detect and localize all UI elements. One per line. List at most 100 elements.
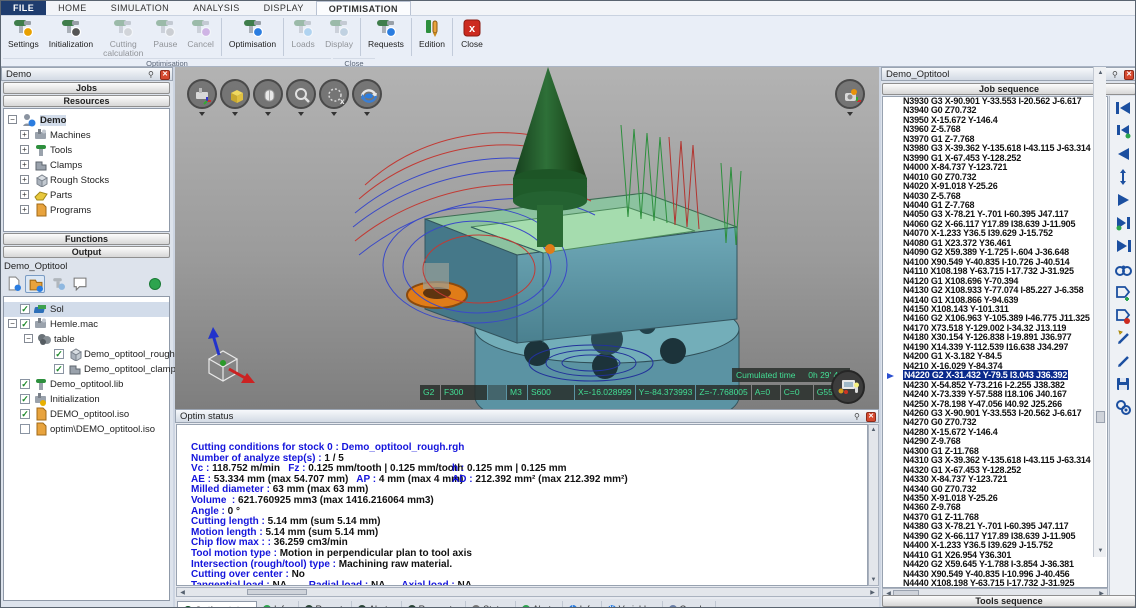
gcode-vertical-scrollbar[interactable]: ▲ ▼ — [1093, 67, 1106, 557]
viewport-3d[interactable]: x Cumulated time 0h 29' 49" G2F300M3S600… — [175, 67, 879, 409]
tab-optim-status[interactable]: Optim status — [177, 601, 257, 608]
pin-icon[interactable]: ⚲ — [1112, 70, 1120, 80]
tab-alerts-[interactable]: Alerts. — [352, 601, 402, 608]
save-button[interactable] — [1115, 376, 1132, 392]
optitool-item-optim-demo-optitool-iso[interactable]: optim\DEMO_optitool.iso — [4, 422, 169, 437]
selection-button[interactable]: x — [319, 79, 349, 109]
resources-bar[interactable]: Resources — [3, 95, 170, 107]
dropdown-arrow-icon[interactable] — [847, 112, 853, 116]
doc-gear-icon[interactable] — [3, 275, 23, 293]
tree-item-machines[interactable]: +Machines — [4, 128, 169, 143]
optitool-item-demo-optitool-iso[interactable]: ✓DEMO_optitool.iso — [4, 407, 169, 422]
optitool-item-demo-optitool-lib[interactable]: ✓Demo_optitool.lib — [4, 377, 169, 392]
tools-sequence-bar[interactable]: Tools sequence — [882, 595, 1136, 607]
tab-graphs[interactable]: Graphs — [663, 601, 717, 608]
tree-item-rough-stocks[interactable]: +Rough Stocks — [4, 173, 169, 188]
expander-icon[interactable]: − — [8, 115, 17, 124]
scroll-up-arrow[interactable]: ▲ — [869, 426, 878, 434]
optitool-item-demo-optitool-clamp-clp[interactable]: ✓Demo_optitool_clamp.clp — [4, 362, 169, 377]
scroll-left-arrow[interactable]: ◀ — [178, 589, 187, 597]
optim-horizontal-scrollbar[interactable]: ◀ ▶ — [176, 587, 879, 597]
expander-icon[interactable]: + — [20, 145, 29, 154]
options-gears-button[interactable] — [1115, 399, 1132, 415]
tab-display[interactable]: DISPLAY — [252, 1, 316, 15]
play-to-event-button[interactable] — [1115, 215, 1132, 231]
pin-icon[interactable]: ⚲ — [854, 412, 862, 422]
tree-item-demo[interactable]: −Demo — [4, 113, 169, 128]
tree-item-clamps[interactable]: +Clamps — [4, 158, 169, 173]
close-icon[interactable]: ✕ — [160, 70, 170, 80]
checkbox[interactable]: ✓ — [54, 364, 64, 374]
optitool-item-table[interactable]: −table — [4, 332, 169, 347]
stock-view-button[interactable] — [253, 79, 283, 109]
ribbon-button-edition[interactable]: Edition — [414, 16, 450, 58]
pin-icon[interactable]: ⚲ — [148, 70, 156, 80]
machine-status-icon[interactable] — [831, 370, 865, 404]
search-binoculars-button[interactable] — [1115, 261, 1132, 277]
tab-report-[interactable]: Report. — [299, 601, 353, 608]
go-first-alt-button[interactable] — [1115, 123, 1132, 139]
go-last-button[interactable] — [1115, 238, 1132, 254]
optitool-item-hemle-mac[interactable]: −✓Hemle.mac — [4, 317, 169, 332]
tab-alerts[interactable]: Alerts — [516, 601, 563, 608]
checkbox[interactable]: ✓ — [54, 349, 64, 359]
ribbon-button-requests[interactable]: Requests — [363, 16, 409, 58]
checkbox[interactable]: ✓ — [20, 394, 30, 404]
step-scroll-button[interactable] — [1115, 169, 1132, 185]
expander-icon[interactable]: + — [20, 205, 29, 214]
expander-icon[interactable]: + — [20, 130, 29, 139]
expander-icon[interactable]: − — [8, 319, 17, 328]
expander-icon[interactable]: + — [20, 175, 29, 184]
optitool-item-sol[interactable]: ✓Sol — [4, 302, 169, 317]
tab-file[interactable]: FILE — [1, 1, 46, 15]
dropdown-arrow-icon[interactable] — [232, 112, 238, 116]
ribbon-button-settings[interactable]: Settings — [3, 16, 44, 58]
gcode-line[interactable]: N4440 X108.198 Y-63.715 I-17.732 J-31.92… — [883, 579, 1107, 588]
checkbox[interactable]: ✓ — [20, 379, 30, 389]
checkbox[interactable]: ✓ — [20, 409, 30, 419]
tab-requests-[interactable]: Requests. — [402, 601, 467, 608]
scrollbar-thumb[interactable] — [247, 589, 307, 595]
tool-gear-icon[interactable] — [47, 275, 67, 293]
checkbox[interactable]: ✓ — [20, 319, 30, 329]
tree-item-tools[interactable]: +Tools — [4, 143, 169, 158]
ribbon-button-close[interactable]: xClose — [455, 16, 489, 58]
dropdown-arrow-icon[interactable] — [298, 112, 304, 116]
play-backward-button[interactable] — [1115, 146, 1132, 162]
ribbon-button-optimisation[interactable]: Optimisation — [224, 16, 281, 58]
optitool-item-initialization[interactable]: ✓Initialization — [4, 392, 169, 407]
tab-variables[interactable]: VVariables — [602, 601, 663, 608]
tab-analysis[interactable]: ANALYSIS — [181, 1, 252, 15]
comment-icon[interactable] — [69, 275, 89, 293]
ribbon-button-initialization[interactable]: Initialization — [44, 16, 98, 58]
camera-settings-button[interactable] — [835, 79, 865, 109]
tab-home[interactable]: HOME — [46, 1, 99, 15]
tag-remove-button[interactable] — [1115, 307, 1132, 323]
solid-view-button[interactable] — [220, 79, 250, 109]
dropdown-arrow-icon[interactable] — [199, 112, 205, 116]
dropdown-arrow-icon[interactable] — [331, 112, 337, 116]
tree-item-programs[interactable]: +Programs — [4, 203, 169, 218]
output-bar[interactable]: Output — [3, 246, 170, 258]
scroll-up-arrow[interactable]: ▲ — [1096, 69, 1105, 77]
tab-info-[interactable]: Info. — [257, 601, 299, 608]
scroll-down-arrow[interactable]: ▼ — [869, 576, 878, 584]
checkbox[interactable]: ✓ — [20, 304, 30, 314]
play-forward-button[interactable] — [1115, 192, 1132, 208]
expander-icon[interactable]: + — [20, 190, 29, 199]
expander-icon[interactable]: − — [24, 334, 33, 343]
expander-icon[interactable]: + — [20, 160, 29, 169]
tab-info[interactable]: iInfo — [563, 601, 602, 608]
machine-view-button[interactable] — [187, 79, 217, 109]
jobs-bar[interactable]: Jobs — [3, 82, 170, 94]
folder-gear-icon[interactable] — [25, 275, 45, 293]
edit-add-button[interactable] — [1115, 330, 1132, 346]
optitool-item-demo-optitool-rough-rgh[interactable]: ✓Demo_optitool_rough.rgh — [4, 347, 169, 362]
dropdown-arrow-icon[interactable] — [364, 112, 370, 116]
edit-button[interactable] — [1115, 353, 1132, 369]
tag-add-button[interactable] — [1115, 284, 1132, 300]
tab-optimisation[interactable]: OPTIMISATION — [316, 1, 411, 15]
dropdown-arrow-icon[interactable] — [265, 112, 271, 116]
go-first-button[interactable] — [1115, 100, 1132, 116]
gcode-list[interactable]: N3930 G3 X-90.901 Y-33.553 I-20.562 J-6.… — [882, 96, 1108, 588]
